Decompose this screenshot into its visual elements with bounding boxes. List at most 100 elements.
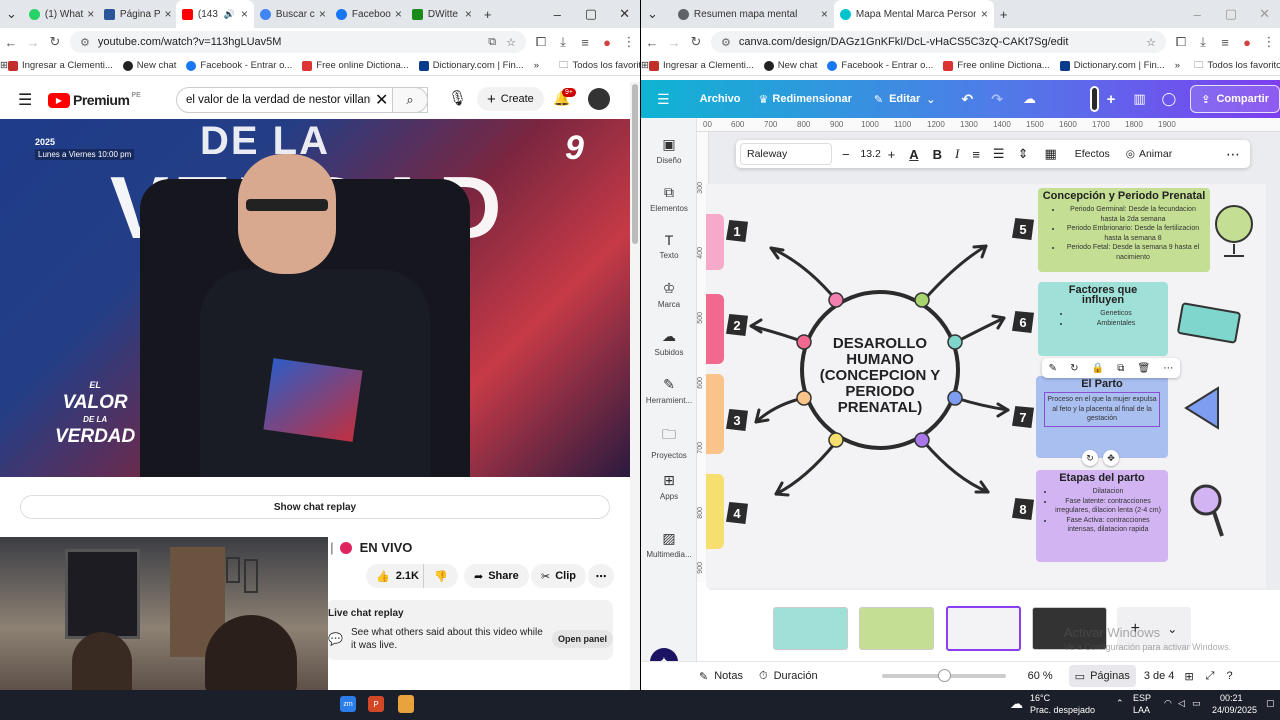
page-scrollbar[interactable] [630, 82, 640, 690]
tab-resumen[interactable]: Resumen mapa mental × [664, 0, 834, 28]
text-color-icon[interactable]: A [909, 147, 918, 162]
bookmark-item[interactable]: Dictionary.com | Fin... [418, 60, 524, 71]
site-info-icon[interactable]: ⚙ [80, 36, 90, 49]
download-icon[interactable]: ⤓ [1192, 34, 1214, 50]
bookmark-item[interactable]: Ingresar a Clementi... [7, 60, 113, 71]
file-menu[interactable]: Archivo [700, 93, 741, 105]
powerpoint-icon[interactable]: P [368, 696, 384, 712]
page-thumbnail-2[interactable] [859, 607, 934, 650]
maximize-icon[interactable]: ▢ [1213, 6, 1249, 22]
add-collaborator-icon[interactable]: + [1107, 91, 1116, 108]
minimize-icon[interactable]: – [1182, 7, 1213, 22]
hamburger-menu-icon[interactable]: ☰ [18, 90, 32, 110]
close-icon[interactable]: × [161, 7, 172, 21]
window-close-icon[interactable]: ✕ [609, 6, 640, 22]
language-indicator[interactable]: ESP [1133, 693, 1151, 703]
page-thumbnail-1[interactable] [773, 607, 848, 650]
voice-search-icon[interactable]: 🎙 [448, 89, 467, 107]
bookmark-item[interactable]: New chat [763, 60, 817, 71]
youtube-search-input[interactable]: el valor de la verdad de nestor villanue… [176, 87, 428, 113]
tab-whatsapp[interactable]: (1) What × [23, 0, 98, 28]
maximize-icon[interactable]: ▢ [573, 6, 609, 22]
analytics-icon[interactable]: ▥ [1133, 91, 1145, 107]
search-button[interactable]: ⌕ [392, 87, 428, 113]
card-concepcion[interactable]: Concepción y Periodo Prenatal Periodo Ge… [1038, 188, 1210, 272]
hamburger-menu-icon[interactable]: ☰ [657, 91, 670, 108]
bookmarks-more[interactable]: » [1175, 60, 1180, 71]
list-icon[interactable]: ☰ [993, 146, 1005, 162]
fullscreen-icon[interactable]: ⤢ [1206, 670, 1215, 683]
page-thumbnail-3[interactable] [946, 606, 1021, 651]
notes-button[interactable]: Notas [714, 670, 743, 682]
transparency-icon[interactable]: ▦ [1044, 146, 1056, 162]
show-chat-replay-button[interactable]: Show chat replay [20, 495, 610, 519]
battery-icon[interactable]: ▭ [1192, 698, 1201, 709]
install-icon[interactable]: ⧉ [488, 36, 496, 49]
create-button[interactable]: + Create [477, 87, 544, 111]
volume-icon[interactable]: ◁ [1178, 698, 1185, 709]
clock-time[interactable]: 00:21 [1220, 693, 1243, 703]
media-icon[interactable]: ≡ [574, 35, 596, 50]
font-size-input[interactable]: 13.2 [856, 148, 886, 160]
profile-icon[interactable]: ● [596, 35, 618, 50]
reload-icon[interactable]: ↻ [44, 34, 66, 50]
menu-icon[interactable]: ⋮ [618, 34, 640, 50]
forward-icon[interactable]: → [22, 35, 44, 50]
sidebar-item-tools[interactable]: ✎ Herramient... [641, 376, 697, 405]
bookmark-item[interactable]: Ingresar a Clementi... [648, 60, 754, 71]
zoom-slider-thumb[interactable] [937, 669, 951, 682]
clock-date[interactable]: 24/09/2025 [1212, 705, 1257, 715]
menu-icon[interactable]: ⋮ [1258, 34, 1280, 50]
bookmarks-folder[interactable]: 🗀Todos los favoritos [1194, 58, 1280, 74]
bookmark-item[interactable]: Facebook - Entrar o... [827, 60, 933, 71]
close-icon[interactable]: × [315, 7, 326, 21]
selected-text-box[interactable]: Proceso en el que la mujer expulsa al fe… [1044, 392, 1160, 427]
url-field[interactable]: ⚙ youtube.com/watch?v=113hgLUav5M ⧉ ☆ [70, 31, 526, 53]
close-icon[interactable]: × [391, 7, 402, 21]
zoom-level[interactable]: 60 % [1028, 670, 1053, 682]
share-button[interactable]: ➦ Share [464, 564, 529, 588]
open-panel-button[interactable]: Open panel [552, 630, 613, 648]
close-icon[interactable]: × [817, 7, 828, 21]
sidebar-item-projects[interactable]: 🗀 Proyectos [641, 424, 697, 460]
undo-icon[interactable]: ↶ [962, 91, 974, 108]
notifications-icon[interactable]: ▢ [1266, 698, 1275, 709]
youtube-logo[interactable]: ▶ Premium PE [48, 92, 141, 108]
lock-icon[interactable]: 🔒 [1092, 363, 1104, 374]
tab-facebook[interactable]: Faceboo × [330, 0, 406, 28]
decrease-font-icon[interactable]: − [842, 147, 850, 162]
rotate-handle-icon[interactable]: ↻ [1082, 450, 1098, 466]
bookmark-item[interactable]: Free online Dictiona... [943, 60, 1050, 71]
extensions-icon[interactable]: ⧠ [530, 34, 552, 50]
speaker-icon[interactable]: 🔊 [224, 9, 235, 20]
zoom-slider[interactable] [881, 669, 1006, 682]
apps-icon[interactable]: ⊞ [641, 60, 649, 71]
animate-button[interactable]: ◎ Animar [1126, 148, 1172, 160]
sidebar-item-text[interactable]: T Texto [641, 232, 697, 260]
new-tab-icon[interactable]: + [478, 7, 498, 22]
wifi-icon[interactable]: ◠ [1164, 698, 1172, 709]
redo-icon[interactable]: ↷ [991, 91, 1003, 108]
rotate-icon[interactable]: ↻ [1070, 363, 1078, 374]
move-handle-icon[interactable]: ✥ [1103, 450, 1119, 466]
pages-button[interactable]: ▭ Páginas [1068, 665, 1136, 687]
bookmark-item[interactable]: Facebook - Entrar o... [186, 60, 292, 71]
comment-icon[interactable]: ◯ [1162, 91, 1177, 107]
close-icon[interactable]: × [83, 7, 94, 21]
forward-icon[interactable]: → [663, 35, 685, 50]
card-el-parto[interactable]: El Parto Proceso en el que la mujer expu… [1036, 376, 1168, 458]
back-icon[interactable]: ← [0, 35, 22, 50]
sidebar-item-design[interactable]: ▣ Diseño [641, 136, 697, 165]
more-options-icon[interactable]: ⋯ [1226, 146, 1240, 163]
scrollbar-thumb[interactable] [632, 84, 638, 244]
tab-search-icon[interactable]: ⌄ [641, 6, 664, 22]
more-actions-button[interactable]: ⋯ [588, 564, 614, 588]
duplicate-icon[interactable]: ⧉ [1117, 363, 1124, 374]
back-icon[interactable]: ← [641, 35, 663, 50]
close-icon[interactable]: × [461, 7, 472, 21]
dislike-button[interactable]: 👎 [423, 564, 458, 588]
more-icon[interactable]: ⋯ [1163, 363, 1173, 374]
bookmark-item[interactable]: New chat [122, 60, 176, 71]
bookmark-item[interactable]: Dictionary.com | Fin... [1059, 60, 1165, 71]
close-icon[interactable]: × [237, 7, 248, 21]
